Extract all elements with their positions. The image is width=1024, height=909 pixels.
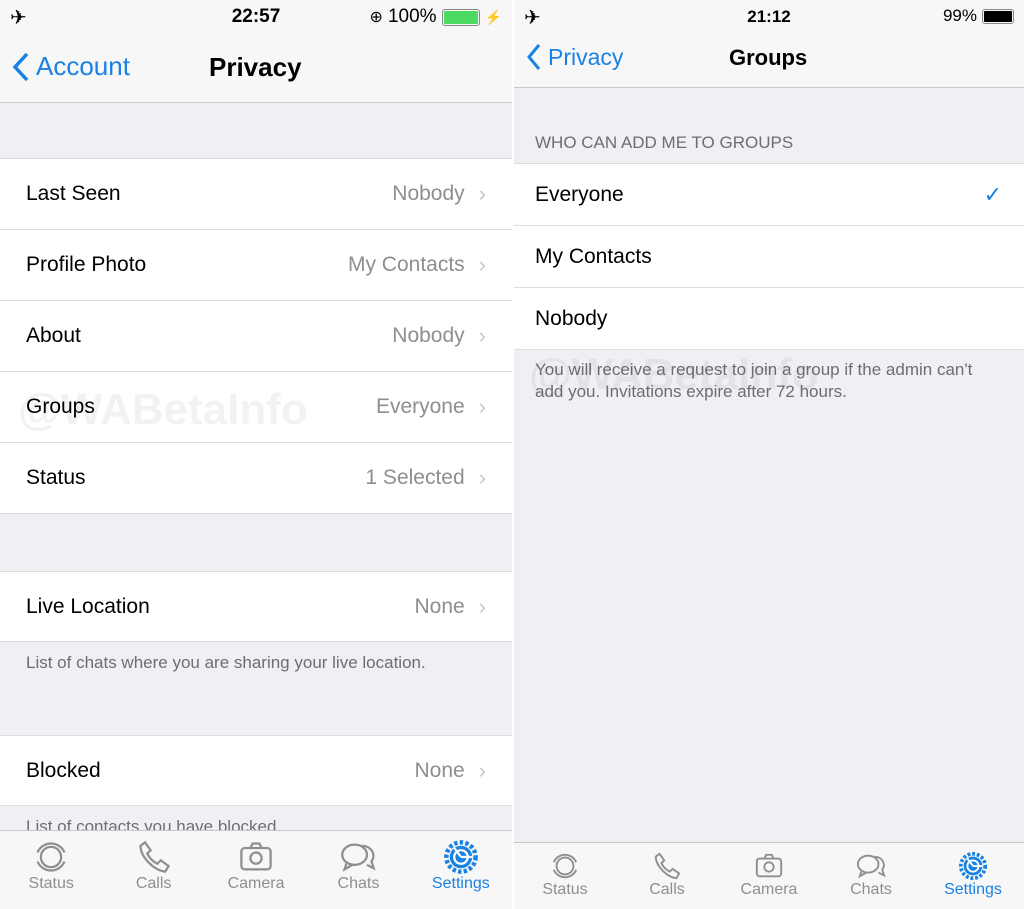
tab-chats[interactable]: Chats — [820, 843, 922, 909]
battery-icon — [441, 8, 480, 26]
chevron-right-icon: › — [478, 323, 486, 348]
tab-chats[interactable]: Chats — [307, 831, 409, 909]
tab-calls[interactable]: Calls — [102, 831, 204, 909]
row-value: My Contacts — [347, 253, 465, 276]
rotation-lock-icon: ⊕ — [369, 9, 383, 26]
battery-percent: 99% — [942, 6, 977, 25]
phone-icon — [654, 852, 681, 880]
tab-calls[interactable]: Calls — [616, 843, 718, 909]
row-label: Profile Photo — [26, 253, 147, 276]
row-value: None — [414, 758, 465, 782]
chats-icon — [856, 854, 886, 879]
battery-icon — [982, 8, 1014, 24]
gear-icon — [443, 840, 478, 874]
row-groups[interactable]: Groups Everyone › — [0, 372, 512, 443]
tab-bar: Status Calls Camera Chats Settings — [0, 830, 512, 909]
option-my-contacts[interactable]: My Contacts — [514, 226, 1024, 288]
tab-camera[interactable]: Camera — [205, 831, 307, 909]
privacy-screen: ✈ 22:57 ⊕ 100% ⚡ Account Privacy Last Se… — [0, 0, 512, 909]
row-last-seen[interactable]: Last Seen Nobody › — [0, 159, 512, 230]
chevron-right-icon: › — [478, 252, 486, 277]
row-label: About — [26, 324, 81, 347]
option-label: Everyone — [535, 182, 624, 206]
groups-footer: You will receive a request to join a gro… — [535, 360, 973, 401]
row-value: Nobody — [392, 324, 465, 347]
tab-label: Camera — [227, 875, 285, 892]
page-title: Groups — [729, 45, 808, 70]
status-icon — [552, 853, 578, 879]
row-value: Nobody — [392, 182, 465, 205]
tab-label: Settings — [944, 881, 1002, 898]
tab-settings[interactable]: Settings — [922, 843, 1024, 909]
option-everyone[interactable]: Everyone ✓ — [514, 164, 1024, 226]
option-nobody[interactable]: Nobody — [514, 288, 1024, 350]
live-location-footer: List of chats where you are sharing your… — [26, 653, 426, 672]
tab-status[interactable]: Status — [514, 843, 616, 909]
tab-label: Status — [28, 875, 74, 892]
charging-icon: ⚡ — [484, 8, 502, 25]
option-label: My Contacts — [535, 244, 652, 268]
tab-label: Settings — [431, 875, 490, 892]
row-status[interactable]: Status 1 Selected › — [0, 443, 512, 514]
tab-label: Calls — [135, 875, 172, 892]
tab-status[interactable]: Status — [0, 831, 102, 909]
chats-icon — [341, 843, 377, 872]
tab-label: Camera — [740, 881, 798, 898]
row-value: 1 Selected — [365, 466, 465, 489]
tab-settings[interactable]: Settings — [410, 831, 512, 909]
camera-icon — [755, 853, 783, 878]
groups-screen: ✈ 21:12 99% Privacy Groups WHO CAN ADD M… — [514, 0, 1024, 909]
nav-bar: Account Privacy — [0, 35, 512, 103]
row-value: None — [414, 594, 465, 618]
row-blocked[interactable]: Blocked None › — [0, 735, 512, 806]
row-label: Status — [26, 466, 86, 489]
chevron-right-icon: › — [478, 181, 486, 206]
row-label: Last Seen — [26, 182, 121, 205]
chevron-right-icon: › — [478, 394, 486, 419]
row-value: Everyone — [375, 395, 465, 418]
chevron-right-icon: › — [478, 757, 486, 783]
row-about[interactable]: About Nobody › — [0, 301, 512, 372]
row-label: Groups — [26, 395, 95, 418]
section-header: WHO CAN ADD ME TO GROUPS — [535, 133, 794, 152]
row-profile-photo[interactable]: Profile Photo My Contacts › — [0, 230, 512, 301]
status-bar: ✈ 21:12 99% — [514, 0, 1024, 35]
tab-label: Chats — [337, 875, 380, 892]
battery-percent: 100% — [387, 6, 437, 27]
tab-bar: Status Calls Camera Chats Settings — [514, 842, 1024, 909]
gear-icon — [958, 851, 988, 881]
option-label: Nobody — [535, 306, 608, 330]
back-label: Account — [36, 51, 130, 81]
checkmark-icon: ✓ — [983, 181, 1002, 207]
row-label: Blocked — [26, 758, 101, 782]
status-icon — [36, 842, 66, 872]
chevron-right-icon: › — [478, 593, 486, 619]
chevron-left-icon — [12, 52, 29, 81]
chevron-right-icon: › — [478, 465, 486, 490]
page-title: Privacy — [209, 52, 302, 82]
tab-camera[interactable]: Camera — [718, 843, 820, 909]
chevron-left-icon — [527, 44, 541, 70]
row-live-location[interactable]: Live Location None › — [0, 571, 512, 642]
back-button[interactable]: Account — [12, 51, 130, 82]
tab-label: Chats — [850, 881, 892, 898]
back-label: Privacy — [548, 43, 624, 70]
camera-icon — [240, 842, 272, 871]
tab-label: Calls — [649, 881, 685, 898]
tab-label: Status — [542, 881, 588, 898]
nav-bar: Privacy Groups — [514, 35, 1024, 88]
back-button[interactable]: Privacy — [526, 43, 623, 71]
phone-icon — [138, 840, 170, 873]
status-bar: ✈ 22:57 ⊕ 100% ⚡ — [0, 0, 512, 35]
row-label: Live Location — [26, 594, 150, 618]
